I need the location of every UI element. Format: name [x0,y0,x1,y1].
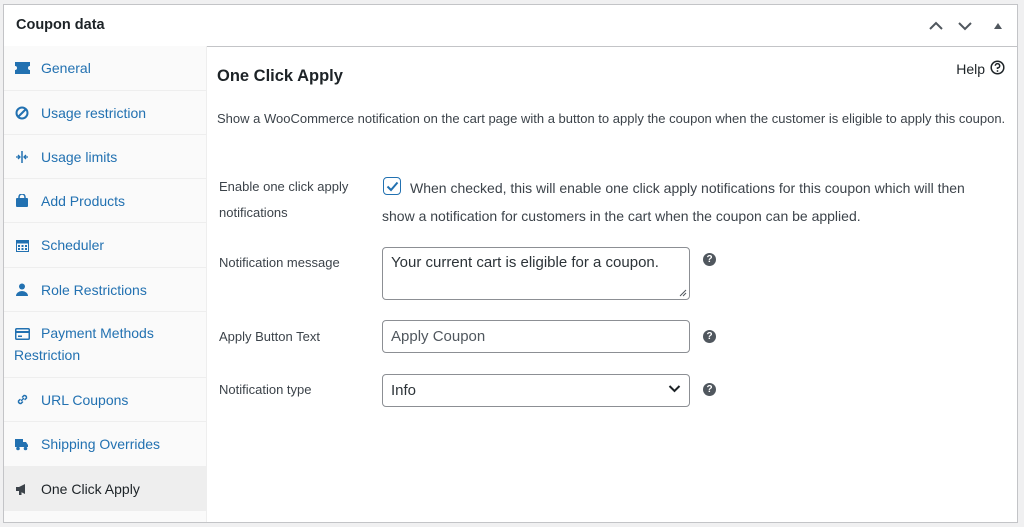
sidebar-item-label: Usage restriction [41,104,147,121]
chevron-up-icon [929,21,943,30]
coupon-data-panel: Coupon data General Usage restriction Us… [3,4,1018,523]
sidebar-item-url-coupons[interactable]: URL Coupons [4,378,206,422]
calendar-icon [14,237,30,253]
coupon-tabs-sidebar: General Usage restriction Usage limits A… [4,46,207,522]
resize-handle-icon[interactable] [679,289,687,297]
apply-button-text-value: Apply Coupon [391,328,486,345]
sidebar-item-label: Usage limits [41,148,118,165]
bag-icon [14,193,30,209]
chevron-down-icon [668,385,681,393]
sidebar-item-add-products[interactable]: Add Products [4,179,206,223]
apply-button-text-input[interactable]: Apply Coupon [382,320,690,353]
button-text-help-tip[interactable]: ? [703,330,716,343]
sidebar-item-label: Shipping Overrides [41,436,161,452]
message-label: Notification message [219,255,340,270]
sidebar-item-payment-methods[interactable]: Payment Methods Restriction [4,312,206,378]
sidebar-item-label: Scheduler [41,237,105,253]
sidebar-item-label: Payment Methods Restriction [14,325,154,363]
sidebar-item-label: Role Restrictions [41,281,147,298]
move-down-button[interactable] [954,15,976,37]
one-click-apply-panel: One Click Apply Help Show a WooCommerce … [206,46,1017,522]
section-title: One Click Apply [217,67,343,85]
button-text-label: Apply Button Text [219,329,320,344]
block-icon [14,105,30,121]
limit-icon [14,149,30,165]
type-label: Notification type [219,382,312,397]
notification-message-value: Your current cart is eligible for a coup… [391,254,659,271]
question-circle-icon [990,60,1005,78]
panel-title: Coupon data [16,17,105,33]
notification-type-value: Info [391,382,417,399]
move-up-button[interactable] [925,15,947,37]
sidebar-item-usage-restriction[interactable]: Usage restriction [4,91,206,135]
notification-message-textarea[interactable]: Your current cart is eligible for a coup… [382,247,690,300]
triangle-up-icon [994,23,1002,29]
sidebar-item-shipping-overrides[interactable]: Shipping Overrides [4,422,206,467]
truck-icon [14,436,30,452]
message-help-tip[interactable]: ? [703,253,716,266]
sidebar-item-label: Add Products [41,192,126,209]
help-label: Help [956,61,985,77]
toggle-panel-button[interactable] [987,15,1009,37]
panel-header: Coupon data [4,5,1017,47]
enable-description: When checked, this will enable one click… [382,180,965,224]
sidebar-item-general[interactable]: General [4,46,206,91]
sidebar-item-scheduler[interactable]: Scheduler [4,223,206,268]
megaphone-icon [14,481,30,497]
enable-label: Enable one click apply notifications [219,179,349,220]
type-help-tip[interactable]: ? [703,383,716,396]
sidebar-item-usage-limits[interactable]: Usage limits [4,135,206,179]
card-icon [14,326,30,342]
chevron-down-icon [958,22,972,31]
sidebar-item-label: URL Coupons [41,391,129,408]
sidebar-item-label: General [41,60,91,76]
help-button[interactable]: Help [956,60,1005,78]
section-description: Show a WooCommerce notification on the c… [217,111,1006,126]
user-icon [14,282,30,298]
link-icon [14,392,30,408]
ticket-icon [14,60,30,76]
sidebar-item-one-click-apply[interactable]: One Click Apply [4,467,206,511]
sidebar-item-label: One Click Apply [41,481,140,497]
notification-type-select[interactable]: Info [382,374,690,407]
sidebar-item-role-restrictions[interactable]: Role Restrictions [4,268,206,312]
